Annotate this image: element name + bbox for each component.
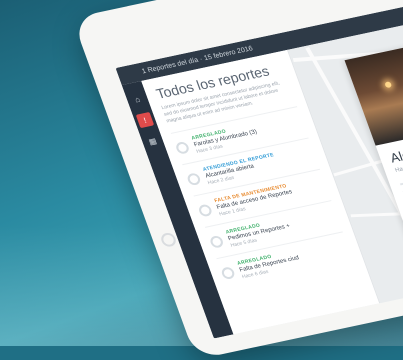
tablet-device: 1 Reportes del día · 15 febrero 2016 ⌂ !… [72, 0, 403, 360]
app-screen: 1 Reportes del día · 15 febrero 2016 ⌂ !… [116, 0, 403, 338]
alert-icon[interactable]: ! [136, 112, 155, 128]
photo-light [384, 81, 392, 88]
status-dot [220, 266, 236, 280]
status-dot [175, 141, 191, 155]
grid-icon[interactable]: ▦ [143, 133, 162, 149]
status-dot [186, 172, 202, 186]
home-icon[interactable]: ⌂ [128, 91, 147, 107]
scene: 1 Reportes del día · 15 febrero 2016 ⌂ !… [0, 0, 403, 346]
status-dot [209, 235, 225, 249]
status-dot [197, 204, 213, 218]
